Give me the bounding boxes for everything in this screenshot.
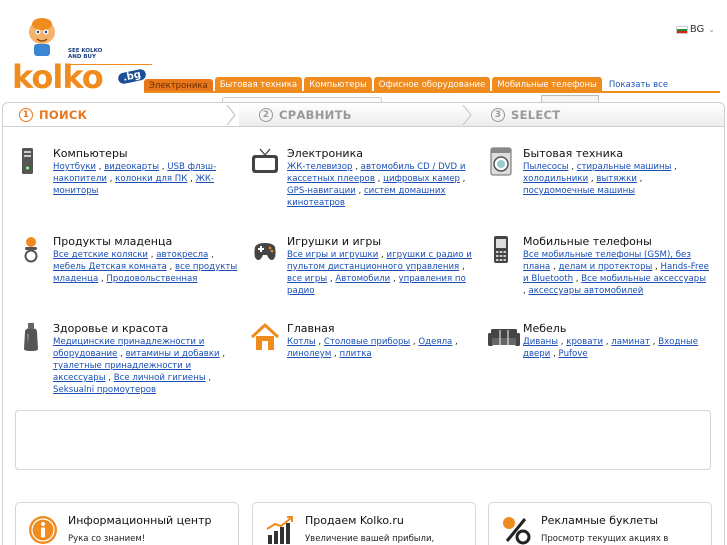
step-number: 2 [259, 107, 273, 122]
category-link[interactable]: GPS-навигации [287, 186, 356, 196]
category-link[interactable]: стиральные машины [577, 162, 672, 172]
category-link[interactable]: Все мобильные аксессуары [581, 274, 706, 284]
tv-icon [252, 148, 278, 173]
info-card-text: Рука со знанием! [68, 534, 146, 544]
info-card-title: Рекламные буклеты [541, 514, 659, 527]
step-compare[interactable]: 2 СРАВНИТЬ [239, 103, 475, 126]
category-links: Пылесосы , стиральные машины , холодильн… [523, 162, 677, 196]
step-select[interactable]: 3 SELECT [475, 103, 711, 126]
step-search[interactable]: 1 ПОИСК [3, 103, 239, 126]
percent-icon [503, 517, 531, 545]
category-link[interactable]: аксессуары автомобилей [528, 286, 643, 296]
category-link[interactable]: Продовольственная [106, 274, 197, 284]
step-label: ПОИСК [39, 107, 88, 122]
category-title[interactable]: Бытовая техника [523, 147, 709, 160]
growth-chart-icon [266, 516, 293, 544]
category-link[interactable]: вытяжки [596, 174, 637, 184]
mobile-phone-icon [494, 236, 508, 263]
category-link[interactable]: плитка [340, 349, 372, 359]
category-link[interactable]: цифровых камер [383, 174, 460, 184]
category-link[interactable]: делам и протекторы [558, 262, 652, 272]
language-label: BG [689, 24, 705, 35]
category-link[interactable]: Диваны [523, 337, 558, 347]
gamepad-icon [254, 243, 276, 260]
category-link[interactable]: Котлы [287, 337, 316, 347]
logo-text: kolko [12, 58, 104, 96]
perfume-bottle-icon [24, 323, 38, 351]
category-links: Котлы , Столовые приборы , Одеяла , лино… [287, 337, 458, 359]
mascot-icon [29, 18, 55, 56]
category-title[interactable]: Мебель [523, 322, 709, 335]
info-card-text: Просмотр текущих акциях в [541, 534, 669, 544]
category-link[interactable]: Seksualni промоутеров [53, 385, 156, 395]
category-title[interactable]: Продукты младенца [53, 235, 239, 248]
info-card-title: Продаем Kolko.ru [305, 514, 404, 527]
category-link[interactable]: Пылесосы [523, 162, 569, 172]
step-label: SELECT [511, 107, 561, 122]
category-links: Ноутбуки , видеокарты , USB флэш-накопит… [53, 162, 217, 196]
category-link[interactable]: мебель Детская комната [53, 262, 167, 272]
category-link[interactable]: все игры [287, 274, 327, 284]
category-title[interactable]: Электроника [287, 147, 473, 160]
category-title[interactable]: Здоровье и красота [53, 322, 239, 335]
category-link[interactable]: колонки для ПК [115, 174, 187, 184]
category-link[interactable]: Все детские коляски [53, 250, 148, 260]
category-link[interactable]: видеокарты [104, 162, 159, 172]
category-title[interactable]: Главная [287, 322, 473, 335]
category-link[interactable]: Ноутбуки [53, 162, 96, 172]
category-links: Медицинские принадлежности и оборудовани… [53, 337, 226, 395]
category-link[interactable]: кровати [566, 337, 603, 347]
language-selector[interactable]: BG ⌄ [675, 24, 715, 35]
category-link[interactable]: холодильники [523, 174, 588, 184]
step-label: СРАВНИТЬ [279, 107, 352, 122]
bulgaria-flag-icon [675, 25, 688, 34]
category-link[interactable]: Все игры и игрушки [287, 250, 378, 260]
washing-machine-icon [490, 147, 512, 176]
info-card-center[interactable]: Информационный центр Рука со знанием! [15, 502, 239, 545]
category-link[interactable]: витамины и добавки [126, 349, 220, 359]
category-links: ЖК-телевизор , автомобиль CD / DVD и кас… [287, 162, 466, 208]
category-link[interactable]: Автомобили [335, 274, 390, 284]
info-card-sell[interactable]: Продаем Kolko.ru Увеличение вашей прибыл… [252, 502, 476, 545]
category-link[interactable]: линолеум [287, 349, 331, 359]
category-links: Диваны , кровати , ламинат , Входные две… [523, 337, 699, 359]
info-card-title: Информационный центр [68, 514, 212, 527]
category-title[interactable]: Компьютеры [53, 147, 239, 160]
category-links: Все игры и игрушки , игрушки с радио и п… [287, 250, 472, 296]
step-number: 3 [491, 107, 505, 122]
category-link[interactable]: ЖК-телевизор [287, 162, 352, 172]
header-divider [144, 91, 720, 93]
category-link[interactable]: автокресла [156, 250, 208, 260]
category-links: Все детские коляски , автокресла , мебел… [53, 250, 238, 284]
category-link[interactable]: Pufove [559, 349, 588, 359]
info-card-text: Увеличение вашей прибыли, [305, 534, 435, 544]
category-link[interactable]: Все личной гигиены [114, 373, 206, 383]
step-number: 1 [19, 107, 33, 122]
baby-pacifier-icon [24, 237, 38, 263]
category-link[interactable]: Одеяла [418, 337, 452, 347]
category-title[interactable]: Игрушки и игры [287, 235, 473, 248]
category-link[interactable]: ламинат [611, 337, 650, 347]
house-icon [251, 323, 279, 350]
category-title[interactable]: Мобильные телефоны [523, 235, 709, 248]
category-panel: Компьютеры Ноутбуки , видеокарты , USB ф… [2, 127, 725, 545]
sofa-icon [488, 329, 520, 346]
results-box [15, 410, 711, 470]
category-link[interactable]: Столовые приборы [324, 337, 410, 347]
site-logo[interactable]: SEE KOLKO AND BUY kolko .bg [6, 14, 152, 96]
logo-domain: .bg [117, 68, 147, 85]
chevron-down-icon: ⌄ [708, 25, 715, 34]
step-bar: 1 ПОИСК 2 СРАВНИТЬ 3 SELECT [2, 102, 725, 127]
info-card-brochures[interactable]: Рекламные буклеты Просмотр текущих акция… [488, 502, 712, 545]
info-icon [29, 516, 57, 544]
category-links: Все мобильные телефоны (GSM), без плана … [523, 250, 709, 296]
computer-tower-icon [22, 148, 33, 174]
category-link[interactable]: посудомоечные машины [523, 186, 635, 196]
